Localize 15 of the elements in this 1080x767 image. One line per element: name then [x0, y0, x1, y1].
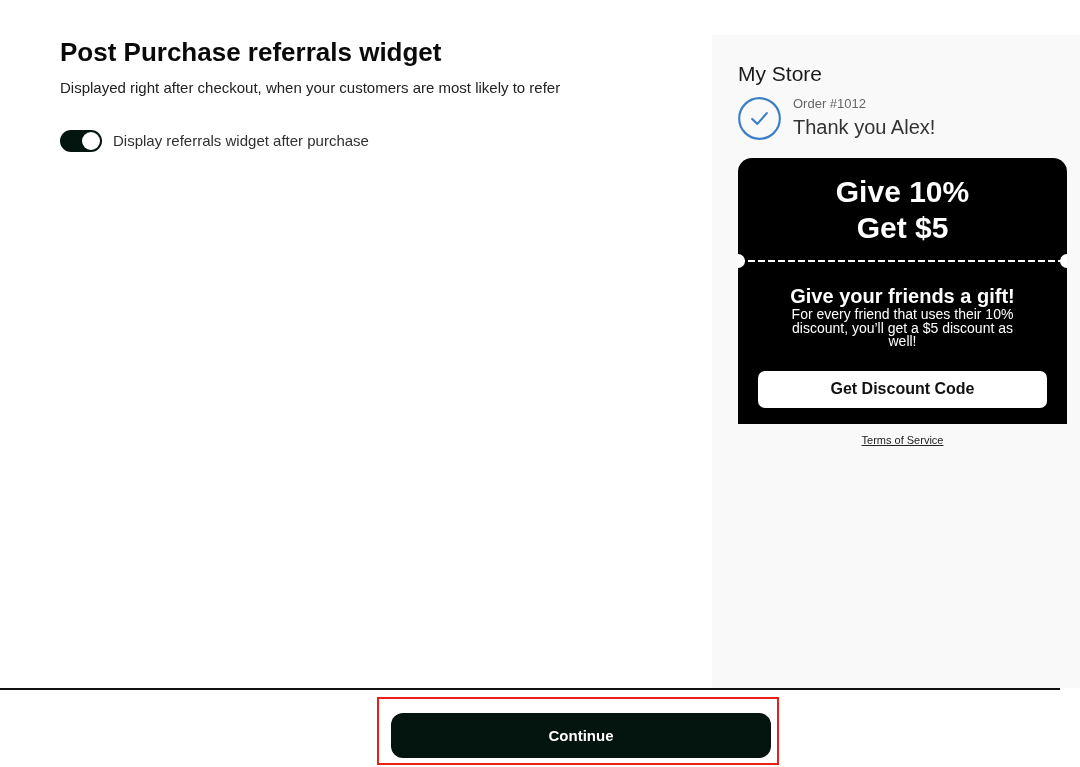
offer-description: For every friend that uses their 10% discount, you’ll get a $5 discount as well! — [790, 308, 1015, 349]
store-name: My Store — [738, 61, 823, 87]
check-circle-icon — [738, 97, 781, 140]
offer-headline: Give 10% — [835, 174, 970, 210]
toggle-switch[interactable] — [60, 130, 102, 152]
discount-code-button[interactable]: Get Discount Code — [758, 370, 1047, 408]
toggle-label: Display referrals widget after purchase — [113, 131, 369, 151]
thank-you-text: Thank you Alex! — [793, 115, 936, 139]
offer-subtitle: Give your friends a gift! — [790, 284, 1015, 308]
continue-button[interactable]: Continue — [391, 713, 771, 758]
terms-link[interactable]: Terms of Service — [861, 433, 944, 447]
page-description: Displayed right after checkout, when your customers are most likely to refer — [60, 78, 561, 98]
offer-headline: Get $5 — [856, 210, 949, 246]
order-number: Order #1012 — [793, 96, 866, 112]
page-title: Post Purchase referrals widget — [60, 36, 442, 68]
